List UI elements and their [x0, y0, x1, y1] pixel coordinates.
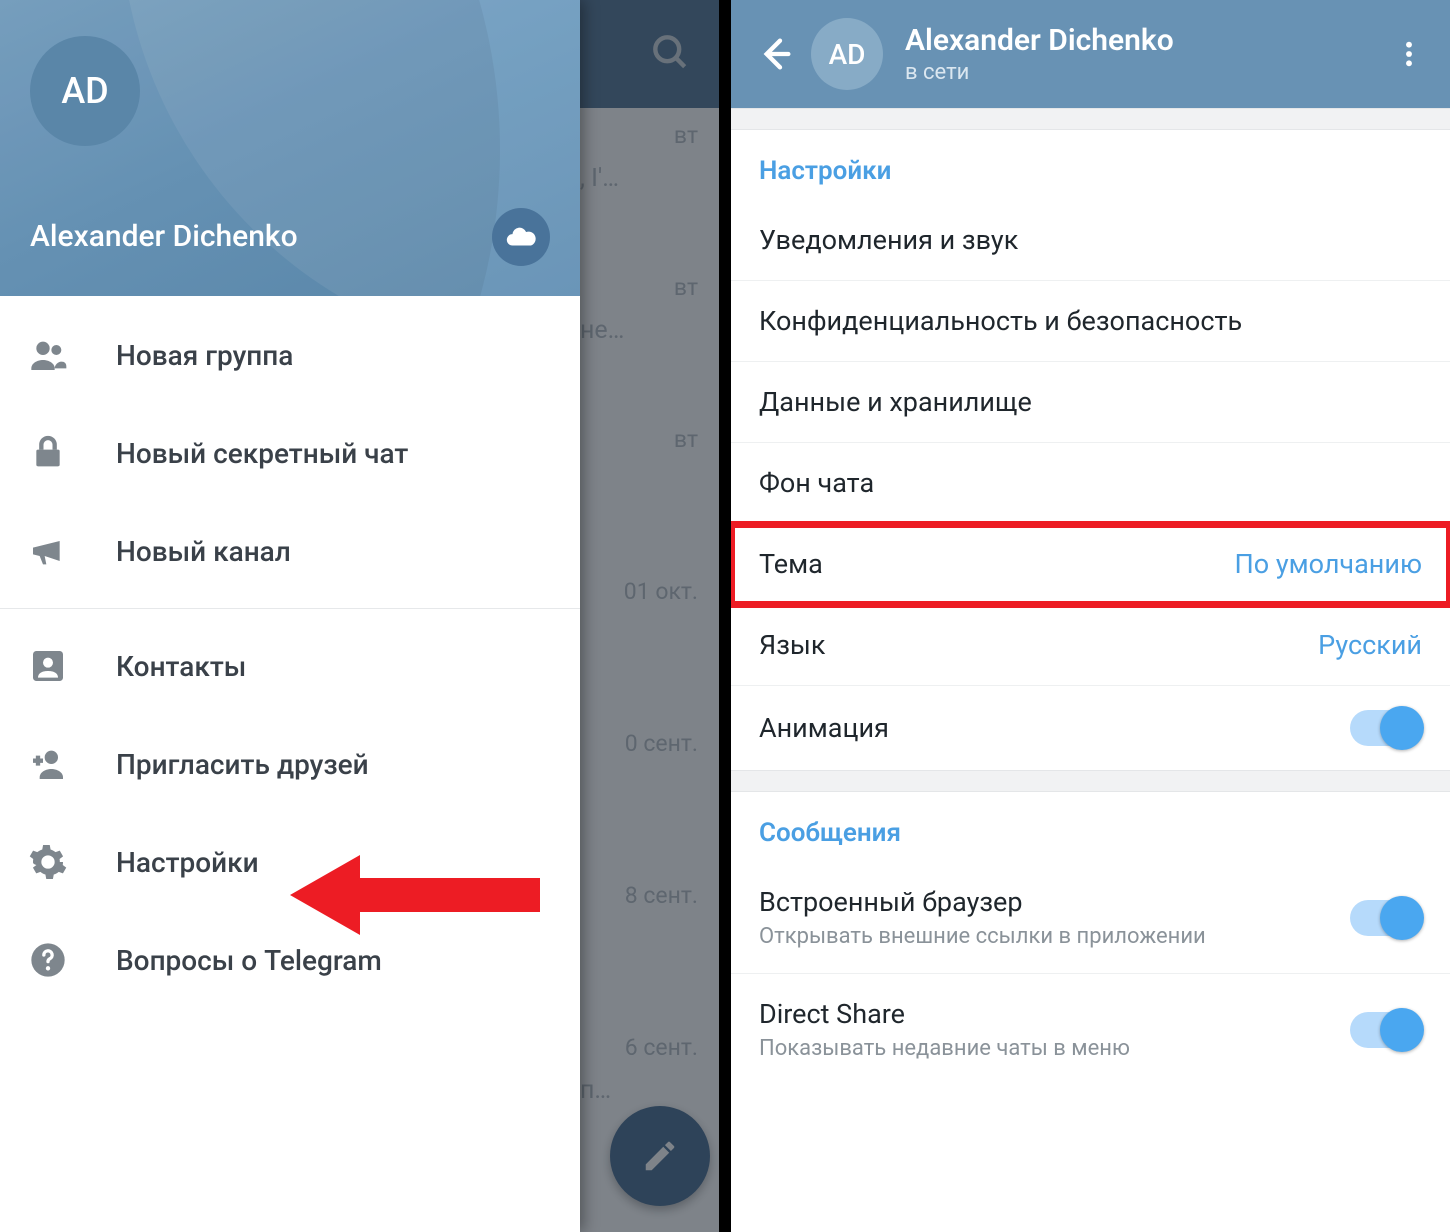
row-subtitle: Открывать внешние ссылки в приложении: [759, 924, 1350, 949]
drawer-header: AD Alexander Dichenko: [0, 0, 580, 296]
row-subtitle: Показывать недавние чаты в меню: [759, 1036, 1350, 1061]
drawer-item-label: Новый канал: [116, 535, 291, 568]
toggle-inapp-browser[interactable]: [1350, 900, 1422, 936]
row-notifications[interactable]: Уведомления и звук: [731, 200, 1450, 281]
section-title-messages: Сообщения: [731, 792, 1450, 862]
settings-header: AD Alexander Dichenko в сети: [731, 0, 1450, 108]
saved-messages-button[interactable]: [492, 208, 550, 266]
row-label: Анимация: [759, 712, 1350, 744]
group-icon: [28, 335, 116, 375]
toggle-animation[interactable]: [1350, 710, 1422, 746]
row-inapp-browser[interactable]: Встроенный браузер Открывать внешние ссы…: [731, 862, 1450, 974]
help-icon: [28, 940, 116, 980]
avatar[interactable]: AD: [30, 36, 140, 146]
row-direct-share[interactable]: Direct Share Показывать недавние чаты в …: [731, 974, 1450, 1085]
drawer-item-new-group[interactable]: Новая группа: [0, 306, 580, 404]
left-screenshot: вт , I'… вт не… вт 01 окт. 0 сент. 8 сен…: [0, 0, 725, 1232]
person-icon: [28, 646, 116, 686]
megaphone-icon: [28, 531, 116, 571]
row-animation[interactable]: Анимация: [731, 686, 1450, 770]
divider: [0, 608, 580, 609]
person-add-icon: [28, 744, 116, 784]
lock-icon: [28, 433, 116, 473]
drawer-item-contacts[interactable]: Контакты: [0, 617, 580, 715]
row-label: Данные и хранилище: [759, 386, 1422, 418]
back-button[interactable]: [749, 34, 801, 74]
row-chat-background[interactable]: Фон чата: [731, 443, 1450, 524]
toggle-direct-share[interactable]: [1350, 1012, 1422, 1048]
row-label: Конфиденциальность и безопасность: [759, 305, 1422, 337]
row-value: По умолчанию: [1234, 548, 1422, 580]
drawer-item-label: Контакты: [116, 650, 246, 683]
drawer-item-new-channel[interactable]: Новый канал: [0, 502, 580, 600]
section-title-settings: Настройки: [731, 130, 1450, 200]
row-privacy[interactable]: Конфиденциальность и безопасность: [731, 281, 1450, 362]
row-label: Фон чата: [759, 467, 1422, 499]
right-screenshot: AD Alexander Dichenko в сети Настройки У…: [725, 0, 1450, 1232]
row-label: Тема: [759, 548, 1234, 580]
header-status: в сети: [905, 60, 1386, 85]
header-user-name: Alexander Dichenko: [905, 23, 1386, 58]
row-value: Русский: [1318, 629, 1422, 661]
row-label: Встроенный браузер: [759, 886, 1350, 918]
drawer-item-label: Новый секретный чат: [116, 437, 408, 470]
drawer-item-secret-chat[interactable]: Новый секретный чат: [0, 404, 580, 502]
drawer-item-invite[interactable]: Пригласить друзей: [0, 715, 580, 813]
avatar[interactable]: AD: [811, 18, 883, 90]
gear-icon: [28, 842, 116, 882]
more-button[interactable]: [1386, 38, 1432, 70]
drawer-item-label: Настройки: [116, 846, 259, 879]
row-label: Direct Share: [759, 998, 1350, 1030]
row-label: Уведомления и звук: [759, 224, 1422, 256]
annotation-arrow-icon: [290, 850, 540, 940]
cloud-icon: [504, 220, 538, 254]
more-vertical-icon: [1393, 38, 1425, 70]
drawer-user-name: Alexander Dichenko: [30, 219, 298, 254]
row-language[interactable]: Язык Русский: [731, 605, 1450, 686]
drawer-item-label: Пригласить друзей: [116, 748, 369, 781]
drawer-list: Новая группа Новый секретный чат Новый к…: [0, 296, 580, 1232]
row-theme[interactable]: Тема По умолчанию: [731, 524, 1450, 605]
navigation-drawer: AD Alexander Dichenko Новая группа Новый…: [0, 0, 580, 1232]
row-label: Язык: [759, 629, 1318, 661]
row-data-storage[interactable]: Данные и хранилище: [731, 362, 1450, 443]
drawer-item-label: Новая группа: [116, 339, 293, 372]
arrow-back-icon: [755, 34, 795, 74]
section-gap: [731, 770, 1450, 792]
section-gap: [731, 108, 1450, 130]
drawer-item-label: Вопросы о Telegram: [116, 944, 382, 977]
